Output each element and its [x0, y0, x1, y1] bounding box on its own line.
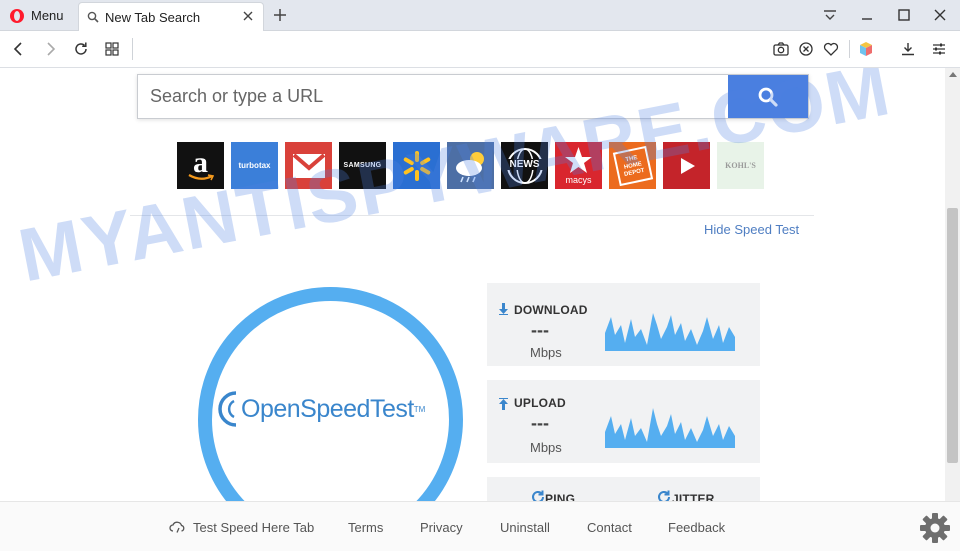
macys-star-icon: [565, 147, 592, 173]
kohls-label: KOHL'S: [725, 161, 756, 170]
footer-link-terms[interactable]: Terms: [348, 520, 383, 535]
tile-gmail[interactable]: [285, 142, 332, 189]
download-label: DOWNLOAD: [514, 303, 588, 317]
tile-weather[interactable]: [447, 142, 494, 189]
vertical-scrollbar[interactable]: [945, 68, 960, 501]
download-value: ---: [531, 320, 549, 340]
tile-macys[interactable]: macys: [555, 142, 602, 189]
tab-new-tab-search[interactable]: New Tab Search: [78, 2, 264, 31]
browser-titlebar: Menu New Tab Search: [0, 0, 960, 31]
openspeedtest-logo: OpenSpeedTest TM: [218, 386, 448, 432]
section-divider: [130, 215, 814, 216]
macys-label: macys: [565, 175, 592, 185]
tab-title: New Tab Search: [105, 9, 201, 25]
tile-news[interactable]: NEWS: [501, 142, 548, 189]
tile-walmart[interactable]: [393, 142, 440, 189]
scroll-up-arrow-icon[interactable]: [949, 72, 957, 77]
upload-sparkline: [605, 408, 735, 448]
walmart-spark-icon: [403, 150, 430, 181]
hide-speed-test-link[interactable]: Hide Speed Test: [704, 222, 799, 237]
openspeedtest-wordmark: OpenSpeedTest: [241, 394, 414, 423]
download-arrow-icon: [499, 303, 508, 315]
snapshot-camera-icon[interactable]: [772, 40, 790, 58]
amazon-smile-icon: [188, 174, 214, 181]
footer-link-contact[interactable]: Contact: [587, 520, 632, 535]
toolbar-separator: [849, 40, 850, 58]
weather-cloud-icon: [455, 151, 484, 182]
opera-menu-button[interactable]: Menu: [0, 0, 76, 31]
ad-blocker-icon[interactable]: [797, 40, 815, 58]
download-unit: Mbps: [530, 345, 562, 360]
easy-setup-icon[interactable]: [930, 40, 948, 58]
maximize-icon[interactable]: [895, 6, 913, 24]
download-icon[interactable]: [899, 40, 917, 58]
footer-link-uninstall[interactable]: Uninstall: [500, 520, 550, 535]
reload-icon[interactable]: [72, 40, 90, 58]
search-icon: [758, 87, 778, 107]
news-label: NEWS: [504, 159, 545, 170]
cloud-speed-icon: [169, 521, 185, 533]
upload-value: ---: [531, 413, 549, 433]
page-footer: Test Speed Here Tab Terms Privacy Uninst…: [0, 501, 960, 551]
extension-cube-icon[interactable]: [857, 40, 875, 58]
url-bar[interactable]: [132, 38, 732, 60]
forward-icon[interactable]: [41, 40, 59, 58]
search-box: [137, 74, 809, 119]
close-window-icon[interactable]: [931, 6, 949, 24]
upload-card: UPLOAD --- Mbps: [487, 380, 760, 463]
tile-youtube[interactable]: [663, 142, 710, 189]
tile-home-depot[interactable]: THE HOME DEPOT: [609, 142, 656, 189]
play-icon: [680, 157, 695, 174]
search-icon: [87, 11, 99, 23]
samsung-label: SAMSUNG: [343, 162, 382, 169]
address-toolbar: [0, 31, 960, 68]
search-button[interactable]: [728, 75, 808, 118]
settings-gear-icon[interactable]: [918, 511, 952, 545]
tile-turbotax[interactable]: turbotax: [231, 142, 278, 189]
heart-bookmark-icon[interactable]: [822, 40, 840, 58]
home-depot-logo-icon: THE HOME DEPOT: [612, 145, 653, 186]
minimize-icon[interactable]: [858, 6, 876, 24]
opera-logo-icon: [10, 8, 24, 23]
openspeedtest-mark-icon: [218, 391, 237, 427]
upload-arrow-icon: [499, 398, 508, 410]
upload-unit: Mbps: [530, 440, 562, 455]
tile-samsung[interactable]: SAMSUNG: [339, 142, 386, 189]
tile-kohls[interactable]: KOHL'S: [717, 142, 764, 189]
tab-menu-icon[interactable]: [821, 6, 839, 24]
gmail-envelope-icon: [292, 152, 325, 178]
footer-link-feedback[interactable]: Feedback: [668, 520, 725, 535]
footer-link-test-speed[interactable]: Test Speed Here Tab: [193, 520, 314, 535]
menu-label: Menu: [31, 8, 64, 23]
page-content: a turbotax SAMSUNG: [0, 68, 945, 551]
footer-link-privacy[interactable]: Privacy: [420, 520, 463, 535]
tile-amazon[interactable]: a: [177, 142, 224, 189]
turbotax-label: turbotax: [238, 161, 271, 170]
new-tab-icon[interactable]: [270, 5, 290, 25]
back-icon[interactable]: [10, 40, 28, 58]
download-sparkline: [605, 313, 735, 351]
trademark-label: TM: [413, 404, 426, 414]
upload-label: UPLOAD: [514, 396, 566, 410]
search-input[interactable]: [138, 75, 728, 118]
speed-dial-icon[interactable]: [103, 40, 121, 58]
close-tab-icon[interactable]: [241, 9, 255, 23]
quick-links: a turbotax SAMSUNG NEWS macys THE HOME D…: [177, 142, 764, 190]
home-depot-label: THE HOME DEPOT: [622, 153, 645, 177]
scroll-thumb[interactable]: [947, 208, 958, 463]
download-card: DOWNLOAD --- Mbps: [487, 283, 760, 366]
